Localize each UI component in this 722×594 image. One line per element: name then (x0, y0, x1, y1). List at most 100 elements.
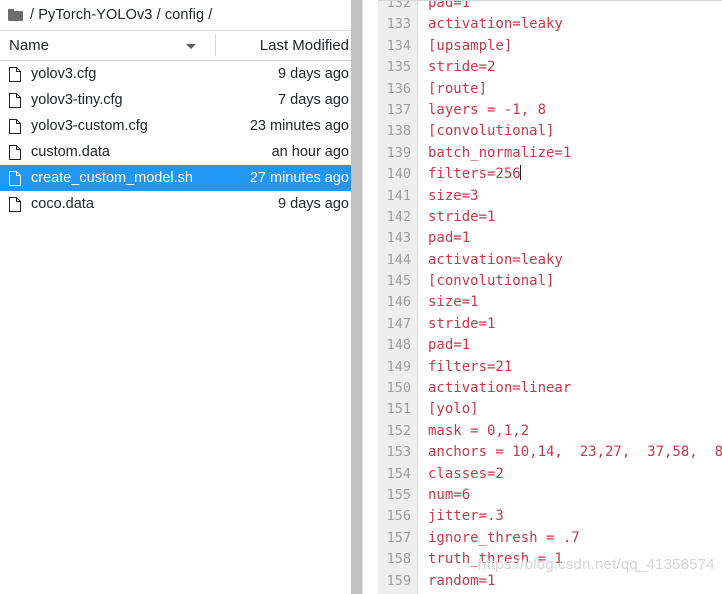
line-number: 155 (378, 484, 418, 507)
code-area[interactable]: 132 pad=1 133 activation=leaky 134 [upsample]… (378, 0, 722, 594)
code-text: filters=256 (418, 164, 521, 185)
code-line[interactable]: 142 stride=1 (378, 206, 722, 229)
code-line[interactable]: 151 [yolo] (378, 399, 722, 422)
file-modified: 27 minutes ago (249, 170, 349, 186)
code-line[interactable]: 154 classes=2 (378, 463, 722, 486)
code-line[interactable]: 133 activation=leaky (378, 14, 722, 37)
file-modified: 9 days ago (278, 66, 349, 82)
code-text: jitter=.3 (418, 506, 504, 527)
code-text: batch_normalize=1 (418, 143, 571, 164)
code-line[interactable]: 137 layers = -1, 8 (378, 99, 722, 122)
code-text: stride=1 (418, 207, 495, 228)
code-text-value: [route] (428, 80, 488, 97)
code-line[interactable]: 157 ignore_thresh = .7 (378, 527, 722, 550)
code-line[interactable]: 156 jitter=.3 (378, 506, 722, 529)
code-text-value: ignore_thresh = .7 (428, 529, 580, 546)
code-line[interactable]: 149 filters=21 (378, 356, 722, 379)
code-text-value: [upsample] (428, 37, 513, 54)
code-text: num=6 (418, 485, 470, 506)
code-text: size=1 (418, 292, 479, 313)
code-text-value: size=3 (428, 187, 479, 204)
file-name: yolov3-tiny.cfg (31, 92, 123, 108)
browser-scrollbar[interactable] (351, 0, 362, 594)
line-number: 134 (378, 35, 418, 58)
column-header-name[interactable]: Name (0, 31, 232, 60)
file-name: yolov3-custom.cfg (31, 118, 148, 134)
code-line[interactable]: 138 [convolutional] (378, 121, 722, 144)
code-text: filters=21 (418, 357, 512, 378)
line-number: 158 (378, 549, 418, 571)
file-row[interactable]: yolov3-tiny.cfg 7 days ago (0, 87, 362, 113)
code-line[interactable]: 140 filters=256 (378, 164, 722, 186)
file-modified: 23 minutes ago (249, 118, 349, 134)
code-line[interactable]: 143 pad=1 (378, 228, 722, 251)
column-divider (215, 35, 216, 56)
code-text: stride=2 (418, 57, 495, 78)
file-row[interactable]: create_custom_model.sh 27 minutes ago (0, 165, 362, 191)
line-number: 140 (378, 164, 418, 186)
code-line[interactable]: 145 [convolutional] (378, 271, 722, 293)
code-line[interactable]: 153 anchors = 10,14, 23,27, 37,58, 81, (378, 442, 722, 464)
code-editor-pane[interactable]: 132 pad=1 133 activation=leaky 134 [upsample]… (378, 0, 722, 594)
line-number: 151 (378, 399, 418, 422)
code-text: anchors = 10,14, 23,27, 37,58, 81, (418, 442, 722, 463)
code-line[interactable]: 139 batch_normalize=1 (378, 142, 722, 165)
line-number: 148 (378, 335, 418, 358)
file-modified: an hour ago (271, 144, 349, 160)
code-text: classes=2 (418, 464, 504, 485)
code-text-value: filters=21 (428, 358, 513, 375)
code-line[interactable]: 159 random=1 (378, 570, 722, 593)
code-line[interactable]: 146 size=1 (378, 292, 722, 315)
column-header-last-modified[interactable]: Last Modified (232, 37, 362, 54)
code-line[interactable]: 141 size=3 (378, 185, 722, 208)
line-number: 143 (378, 228, 418, 251)
line-number: 159 (378, 570, 418, 593)
code-text: activation=leaky (418, 14, 563, 35)
code-text: ignore_thresh = .7 (418, 528, 580, 549)
line-number: 132 (378, 1, 418, 15)
code-text-value: stride=2 (428, 59, 496, 76)
code-text-value: pad=1 (428, 0, 471, 11)
text-cursor (519, 165, 521, 181)
code-line[interactable]: 135 stride=2 (378, 57, 722, 79)
code-line[interactable]: 155 num=6 (378, 484, 722, 507)
code-text: random=1 (418, 571, 495, 592)
code-text: activation=leaky (418, 250, 563, 271)
code-line[interactable]: 150 activation=linear (378, 378, 722, 400)
line-number: 150 (378, 378, 418, 400)
code-text-value: classes=2 (428, 465, 504, 482)
code-line[interactable]: 147 stride=1 (378, 313, 722, 336)
breadcrumb-path[interactable]: / PyTorch-YOLOv3 / config / (30, 7, 212, 23)
code-text-value: layers = -1, 8 (428, 101, 547, 118)
file-icon (9, 66, 21, 82)
code-text-value: [convolutional] (428, 273, 555, 290)
line-number: 146 (378, 292, 418, 315)
code-text-value: stride=1 (428, 208, 496, 225)
breadcrumb[interactable]: / PyTorch-YOLOv3 / config / (0, 0, 362, 30)
file-row[interactable]: yolov3.cfg 9 days ago (0, 61, 362, 87)
line-number: 152 (378, 420, 418, 443)
code-text: [upsample] (418, 36, 512, 57)
pane-divider (362, 0, 378, 594)
line-number: 137 (378, 99, 418, 122)
line-number: 142 (378, 206, 418, 229)
file-row[interactable]: yolov3-custom.cfg 23 minutes ago (0, 113, 362, 139)
file-name: custom.data (31, 144, 110, 160)
code-text-value: activation=leaky (428, 16, 563, 33)
code-line[interactable]: 134 [upsample] (378, 35, 722, 58)
code-text-value: [yolo] (428, 401, 479, 418)
file-row[interactable]: custom.data an hour ago (0, 139, 362, 165)
caret-down-icon[interactable] (186, 44, 196, 49)
code-line[interactable]: 144 activation=leaky (378, 249, 722, 272)
code-line[interactable]: 148 pad=1 (378, 335, 722, 358)
code-text: [convolutional] (418, 121, 554, 142)
code-line[interactable]: 132 pad=1 (378, 0, 722, 15)
code-text-value: num=6 (428, 486, 471, 503)
file-name: yolov3.cfg (31, 66, 97, 82)
code-line[interactable]: 152 mask = 0,1,2 (378, 420, 722, 443)
code-text-value: size=1 (428, 294, 479, 311)
code-line[interactable]: 136 [route] (378, 78, 722, 101)
code-text-value: pad=1 (428, 230, 471, 247)
line-number: 136 (378, 78, 418, 101)
file-row[interactable]: coco.data 9 days ago (0, 191, 362, 217)
